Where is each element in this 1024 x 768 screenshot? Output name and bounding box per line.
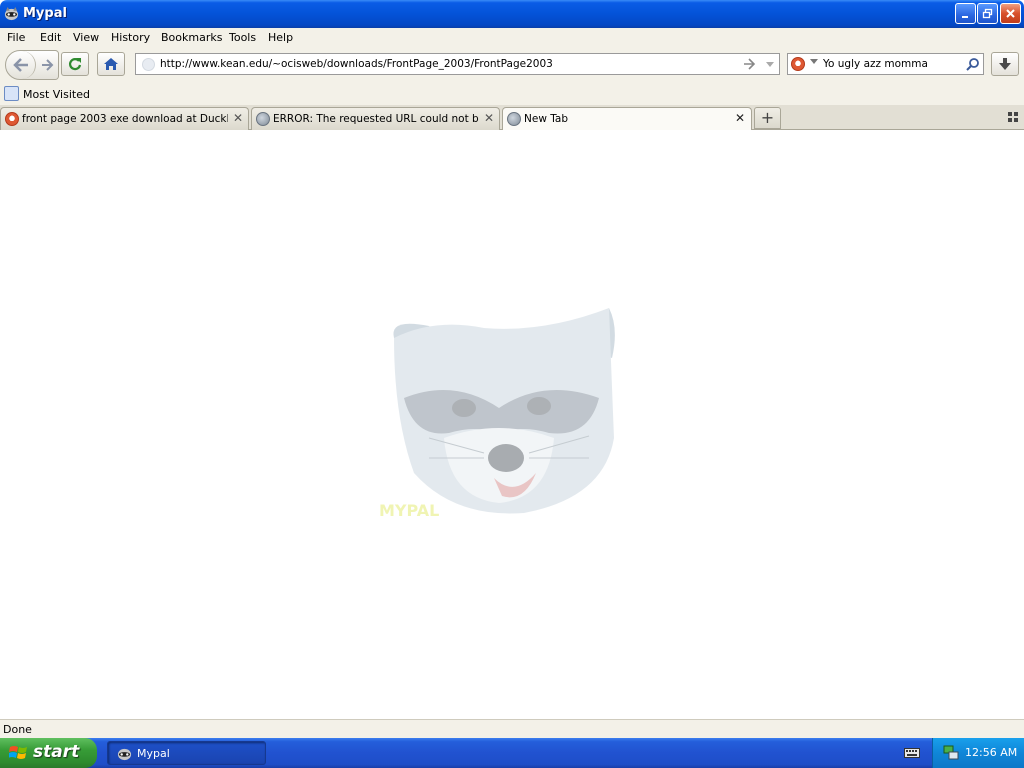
restore-button[interactable] [977,3,998,24]
minimize-button[interactable] [955,3,976,24]
taskbar-item-label: Mypal [137,747,170,760]
status-text: Done [3,723,32,736]
page-favicon-icon [142,58,155,71]
home-icon [104,58,118,70]
duckduckgo-icon [5,112,19,126]
search-icon[interactable] [966,57,980,71]
list-all-tabs-icon[interactable] [1008,112,1018,122]
reload-icon [68,58,82,71]
tab-close-icon[interactable]: ✕ [233,111,243,125]
menu-file[interactable]: File [7,31,25,44]
back-forward-group [5,50,59,80]
menu-edit[interactable]: Edit [40,31,61,44]
mypal-logo-text: MYPAL [379,501,439,520]
search-engine-dropdown-icon[interactable] [810,59,818,65]
menu-history[interactable]: History [111,31,150,44]
status-bar: Done [0,719,1024,738]
minimize-icon [962,16,968,18]
tab-close-icon[interactable]: ✕ [484,111,494,125]
page-content[interactable]: MYPAL [0,130,1024,719]
menu-bar: File Edit View History Bookmarks Tools H… [0,28,1024,48]
network-icon[interactable] [943,745,959,761]
title-bar[interactable]: Mypal [0,0,1024,28]
bookmarks-toolbar: Most Visited [0,84,1024,105]
mypal-app-icon [4,6,19,21]
downloads-button[interactable] [991,52,1019,76]
home-button[interactable] [97,52,125,76]
back-arrow-icon [12,58,28,72]
navigation-toolbar: http://www.kean.edu/~ocisweb/downloads/F… [0,48,1024,84]
globe-icon [507,112,521,126]
duckduckgo-icon[interactable] [791,57,805,71]
keyboard-icon[interactable] [904,746,920,758]
url-history-dropdown-icon[interactable] [764,57,776,71]
url-input[interactable]: http://www.kean.edu/~ocisweb/downloads/F… [160,58,553,70]
tab-close-icon[interactable]: ✕ [735,111,745,125]
bookmark-folder-icon [4,86,19,101]
menu-tools[interactable]: Tools [229,31,256,44]
close-button[interactable] [1000,3,1021,24]
tab-duckduckgo-search[interactable]: front page 2003 exe download at DuckD...… [0,107,249,130]
tab-label: New Tab [524,113,569,125]
menu-bookmarks[interactable]: Bookmarks [161,31,222,44]
go-arrow-icon[interactable] [742,57,756,71]
globe-icon [256,112,270,126]
plus-icon: + [760,108,775,127]
tab-new-tab[interactable]: New Tab ✕ [502,107,752,131]
menu-help[interactable]: Help [268,31,293,44]
tab-error-page[interactable]: ERROR: The requested URL could not be...… [251,107,500,130]
reload-button[interactable] [61,52,89,76]
taskbar-item-mypal[interactable]: Mypal [107,741,266,765]
address-bar[interactable]: http://www.kean.edu/~ocisweb/downloads/F… [135,53,780,75]
window-title: Mypal [23,6,67,21]
windows-logo-icon [9,746,27,759]
search-bar[interactable]: Yo ugly azz momma [787,53,984,75]
restore-icon [982,8,993,19]
download-arrow-icon [999,58,1011,70]
forward-button[interactable] [36,51,58,79]
start-label: start [33,742,80,762]
mypal-app-icon [117,748,132,761]
forward-arrow-icon [41,59,53,71]
tab-label: front page 2003 exe download at DuckD... [22,113,228,125]
menu-view[interactable]: View [73,31,99,44]
start-button[interactable]: start [0,738,97,768]
search-input[interactable]: Yo ugly azz momma [823,58,928,70]
tab-strip: front page 2003 exe download at DuckD...… [0,105,1024,131]
mypal-raccoon-logo: MYPAL [379,308,615,520]
back-button[interactable] [6,51,36,79]
new-tab-button[interactable]: + [754,107,781,129]
system-tray: 12:56 AM [932,738,1024,768]
bookmark-most-visited[interactable]: Most Visited [23,88,90,101]
taskbar-clock[interactable]: 12:56 AM [965,746,1017,759]
windows-taskbar: start Mypal 12:56 AM [0,738,1024,768]
close-icon [1006,9,1015,18]
tab-label: ERROR: The requested URL could not be... [273,113,479,125]
